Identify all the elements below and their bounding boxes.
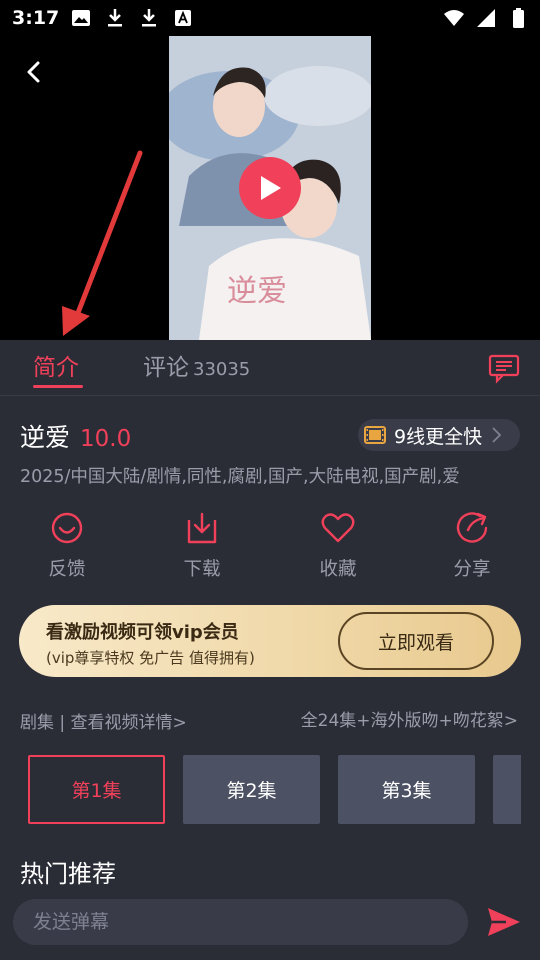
share-button[interactable]: 分享 [427,510,517,581]
episode-4-button[interactable] [493,755,521,824]
comments-count: 33035 [193,359,251,380]
wifi-icon [444,8,464,28]
poster-title: 逆爱 [227,274,287,309]
download-icon [105,8,125,28]
play-button[interactable] [239,157,301,219]
film-icon [364,426,386,444]
video-rating: 10.0 [80,426,132,452]
battery-icon [508,8,528,28]
message-list-icon [488,354,520,384]
video-player[interactable]: 逆爱 [0,36,540,340]
download-icon [139,8,159,28]
play-icon [261,176,281,200]
tab-active-indicator [33,385,83,388]
title-row: 逆爱 10.0 [20,418,131,454]
download-label: 下载 [183,559,221,580]
episode-list: 第1集 第2集 第3集 [28,755,521,825]
download-box-icon [187,512,217,544]
chevron-right-icon [492,427,502,443]
heart-icon [321,513,355,543]
feedback-smile-icon [51,512,83,544]
vip-title: 看激励视频可领vip会员 [46,622,239,643]
line-select-button[interactable]: 9线更全快 [358,419,520,451]
episodes-detail-link[interactable]: 剧集 | 查看视频详情> [20,708,187,733]
watch-now-button[interactable]: 立即观看 [338,612,494,670]
status-system-icons [444,8,528,28]
danmaku-input[interactable] [13,899,468,945]
action-row: 反馈 下载 收藏 分享 [0,510,540,584]
chevron-left-icon [27,61,40,83]
a-box-icon [173,8,193,28]
danmaku-bar [0,896,540,960]
video-title: 逆爱 [20,423,71,452]
episodes-total-link[interactable]: 全24集+海外版吻+吻花絮> [301,706,518,731]
send-icon [488,908,520,936]
line-select-label: 9线更全快 [394,425,483,448]
favorite-label: 收藏 [319,559,357,580]
signal-icon [476,8,496,28]
vip-subtitle: (vip尊享特权 免广告 值得拥有) [46,649,255,667]
status-bar: 3:17 [0,0,540,36]
episode-1-button[interactable]: 第1集 [28,755,165,824]
detail-tabs: 简介 评论 33035 [0,340,540,396]
feedback-button[interactable]: 反馈 [22,510,112,581]
image-icon [71,8,91,28]
download-button[interactable]: 下载 [157,510,247,581]
tab-comments-label: 评论 [143,355,189,381]
video-meta: 2025/中国大陆/剧情,同性,腐剧,国产,大陆电视,国产剧,爱 [20,467,460,487]
status-notification-icons [71,8,193,28]
feedback-label: 反馈 [48,559,86,580]
send-button[interactable] [486,906,522,938]
hot-recommend-title: 热门推荐 [20,860,116,888]
tab-comments[interactable]: 评论 33035 [143,348,250,382]
episode-2-button[interactable]: 第2集 [183,755,320,824]
vip-banner[interactable]: 看激励视频可领vip会员 (vip尊享特权 免广告 值得拥有) 立即观看 [19,605,521,677]
danmaku-list-button[interactable] [488,352,520,384]
share-icon [456,512,488,543]
back-button[interactable] [18,56,50,88]
tab-intro[interactable]: 简介 [33,348,79,382]
share-label: 分享 [453,559,491,580]
status-time: 3:17 [12,7,60,29]
favorite-button[interactable]: 收藏 [293,510,383,581]
episode-3-button[interactable]: 第3集 [338,755,475,824]
